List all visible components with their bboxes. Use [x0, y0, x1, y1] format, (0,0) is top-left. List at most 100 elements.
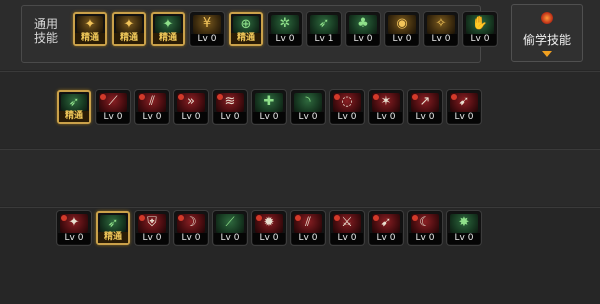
skill-slot[interactable]: ➶ Lv 1 — [307, 12, 341, 46]
green-slash-icon: ⟋ — [225, 215, 235, 230]
green-dash-icon: ➶ — [68, 95, 80, 110]
skill-art: ⟋ — [216, 214, 244, 233]
skill-level-label: Lv 0 — [409, 112, 441, 123]
steal-skill-icon — [541, 12, 553, 24]
skill-slot[interactable]: ➹ Lv 0 — [447, 90, 481, 124]
skill-slot[interactable]: ☾ Lv 0 — [408, 211, 442, 245]
skill-level-label: Lv 0 — [370, 112, 402, 123]
skill-slot[interactable]: ⫽ Lv 0 — [291, 211, 325, 245]
skill-slot[interactable]: ¥ Lv 0 — [190, 12, 224, 46]
shield-cross-icon: ✚ — [263, 94, 275, 109]
skill-level-label: Lv 0 — [331, 233, 363, 244]
skill-tier-mark-icon — [373, 94, 379, 100]
dropdown-arrow-icon — [542, 51, 552, 57]
star-burst-icon: ✸ — [458, 215, 470, 230]
skill-slot[interactable]: ✦ 精通 — [151, 12, 185, 46]
skill-level-label: 精通 — [98, 232, 128, 243]
skill-slot[interactable]: ⫽ Lv 0 — [135, 90, 169, 124]
empty-band — [0, 150, 600, 206]
skill-level-label: Lv 0 — [136, 233, 168, 244]
skill-tier-mark-icon — [451, 94, 457, 100]
skill-art: ◝ — [294, 93, 322, 112]
skill-level-label: Lv 0 — [386, 34, 418, 45]
skill-slot[interactable]: ↗ Lv 0 — [408, 90, 442, 124]
skill-slot[interactable]: ✹ Lv 0 — [252, 211, 286, 245]
skill-slot[interactable]: ⛨ Lv 0 — [135, 211, 169, 245]
skill-tier-mark-icon — [373, 215, 379, 221]
skill-tier-mark-icon — [256, 215, 262, 221]
running-warrior-icon: ➶ — [318, 16, 330, 31]
skill-level-label: Lv 0 — [97, 112, 129, 123]
skill-slot[interactable]: ✦ Lv 0 — [57, 211, 91, 245]
skill-level-label: 精通 — [75, 33, 105, 44]
skill-slot[interactable]: ✋ Lv 0 — [463, 12, 497, 46]
skill-art: ✚ — [255, 93, 283, 112]
skill-slot[interactable]: ♣ Lv 0 — [346, 12, 380, 46]
skill-tier-mark-icon — [295, 215, 301, 221]
skill-tier-mark-icon — [334, 94, 340, 100]
common-skills-row: ✦ 精通 ✦ 精通 ✦ 精通 ¥ Lv 0 ⊕ 精通 ✲ Lv 0 ➶ Lv 1 ♣ Lv 0 ◉ Lv 0 ✧ Lv… — [73, 12, 497, 46]
skill-tier-mark-icon — [412, 94, 418, 100]
skill-art: ⊕ — [233, 16, 259, 33]
skill-level-label: 精通 — [153, 33, 183, 44]
power-stance-icon: ✧ — [435, 16, 447, 31]
skill-slot[interactable]: ➶ 精通 — [57, 90, 91, 124]
golden-eye-icon: ◉ — [396, 16, 408, 31]
skill-level-label: Lv 0 — [253, 233, 285, 244]
skill-tier-mark-icon — [334, 215, 340, 221]
skill-slot[interactable]: ➹ Lv 0 — [369, 211, 403, 245]
skill-tier-mark-icon — [178, 215, 184, 221]
skill-level-label: Lv 0 — [58, 233, 90, 244]
skill-art: ✦ — [116, 16, 142, 33]
skill-slot[interactable]: ✧ Lv 0 — [424, 12, 458, 46]
skill-row-two: ➶ 精通 ⟋ Lv 0 ⫽ Lv 0» Lv 0 ≋ Lv 0 ✚ Lv 0 ◝ Lv 0 ◌ Lv 0 ✶ L… — [57, 90, 481, 124]
skill-tier-mark-icon — [61, 215, 67, 221]
green-arc-icon: ◝ — [305, 94, 311, 109]
skill-level-label: Lv 0 — [425, 34, 457, 45]
skill-level-label: Lv 0 — [214, 233, 246, 244]
skill-slot[interactable]: ◉ Lv 0 — [385, 12, 419, 46]
crosshair-icon: ⊕ — [240, 17, 252, 32]
skill-slot[interactable]: ◝ Lv 0 — [291, 90, 325, 124]
skill-level-label: Lv 0 — [214, 112, 246, 123]
skill-slot[interactable]: ✸ Lv 0 — [447, 211, 481, 245]
skill-tier-mark-icon — [139, 215, 145, 221]
skill-slot[interactable]: ≋ Lv 0 — [213, 90, 247, 124]
skill-level-label: Lv 0 — [136, 112, 168, 123]
skill-slot[interactable]: » Lv 0 — [174, 90, 208, 124]
winged-emblem-icon: ¥ — [202, 16, 212, 31]
leaping-figure-icon: ✦ — [123, 17, 135, 32]
skill-slot[interactable]: ➶ 精通 — [96, 211, 130, 245]
skill-slot[interactable]: ✦ 精通 — [73, 12, 107, 46]
skill-slot[interactable]: ✲ Lv 0 — [268, 12, 302, 46]
meditating-figure-icon: ♣ — [357, 16, 369, 31]
skill-slot[interactable]: ⊕ 精通 — [229, 12, 263, 46]
green-spear-icon: ➶ — [107, 216, 119, 231]
skill-level-label: Lv 0 — [331, 112, 363, 123]
skill-art: ✧ — [427, 15, 455, 34]
steal-skills-button[interactable]: 偷学技能 — [511, 4, 583, 62]
skill-art: ✸ — [450, 214, 478, 233]
skill-level-label: 精通 — [231, 33, 261, 44]
skill-slot[interactable]: ✦ 精通 — [112, 12, 146, 46]
skill-slot[interactable]: ✶ Lv 0 — [369, 90, 403, 124]
skill-slot[interactable]: ⟋ Lv 0 — [96, 90, 130, 124]
skill-art: ➶ — [100, 215, 126, 232]
skill-slot[interactable]: ⚔ Lv 0 — [330, 211, 364, 245]
skill-level-label: Lv 1 — [308, 34, 340, 45]
steal-skills-label: 偷学技能 — [522, 33, 571, 47]
skill-slot[interactable]: ⟋ Lv 0 — [213, 211, 247, 245]
skill-level-label: Lv 0 — [292, 233, 324, 244]
kick-figure-icon: ✦ — [162, 17, 174, 32]
skill-art: ➶ — [61, 94, 87, 111]
skill-level-label: Lv 0 — [175, 233, 207, 244]
skill-tier-mark-icon — [217, 94, 223, 100]
skill-level-label: Lv 0 — [269, 34, 301, 45]
skill-slot[interactable]: ◌ Lv 0 — [330, 90, 364, 124]
skill-art: ✦ — [77, 16, 103, 33]
skill-level-label: Lv 0 — [191, 34, 223, 45]
skill-level-label: Lv 0 — [370, 233, 402, 244]
skill-slot[interactable]: ✚ Lv 0 — [252, 90, 286, 124]
gear-burst-icon: ✲ — [279, 16, 291, 31]
skill-slot[interactable]: ☽ Lv 0 — [174, 211, 208, 245]
